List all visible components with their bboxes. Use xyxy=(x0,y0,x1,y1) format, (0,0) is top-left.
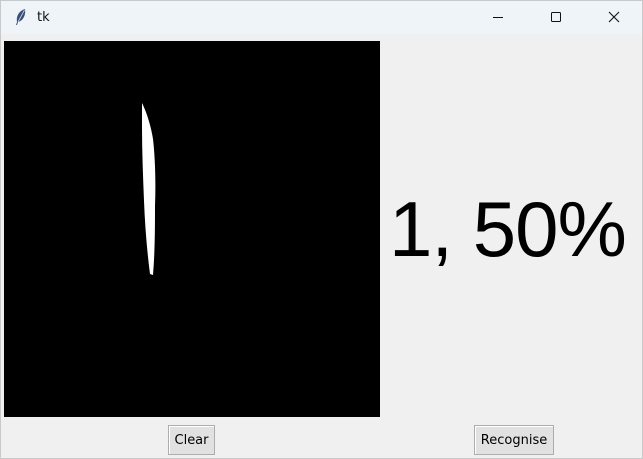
minimize-button[interactable] xyxy=(469,1,527,34)
minimize-icon xyxy=(492,8,504,27)
feather-icon xyxy=(13,8,29,26)
close-button[interactable] xyxy=(585,1,643,34)
clear-button-label: Clear xyxy=(174,432,209,448)
close-icon xyxy=(608,8,620,27)
recognise-button[interactable]: Recognise xyxy=(474,425,554,455)
maximize-button[interactable] xyxy=(527,1,585,34)
title-bar[interactable]: tk xyxy=(1,1,642,34)
clear-button[interactable]: Clear xyxy=(168,425,215,455)
drawing-canvas[interactable] xyxy=(4,41,380,417)
drawn-stroke xyxy=(142,103,156,275)
recognise-button-label: Recognise xyxy=(480,432,548,448)
maximize-icon xyxy=(550,8,562,27)
app-window: tk 1, 50% Clear Recognise xyxy=(0,0,643,459)
prediction-result: 1, 50% xyxy=(389,185,627,273)
window-title: tk xyxy=(37,10,50,25)
